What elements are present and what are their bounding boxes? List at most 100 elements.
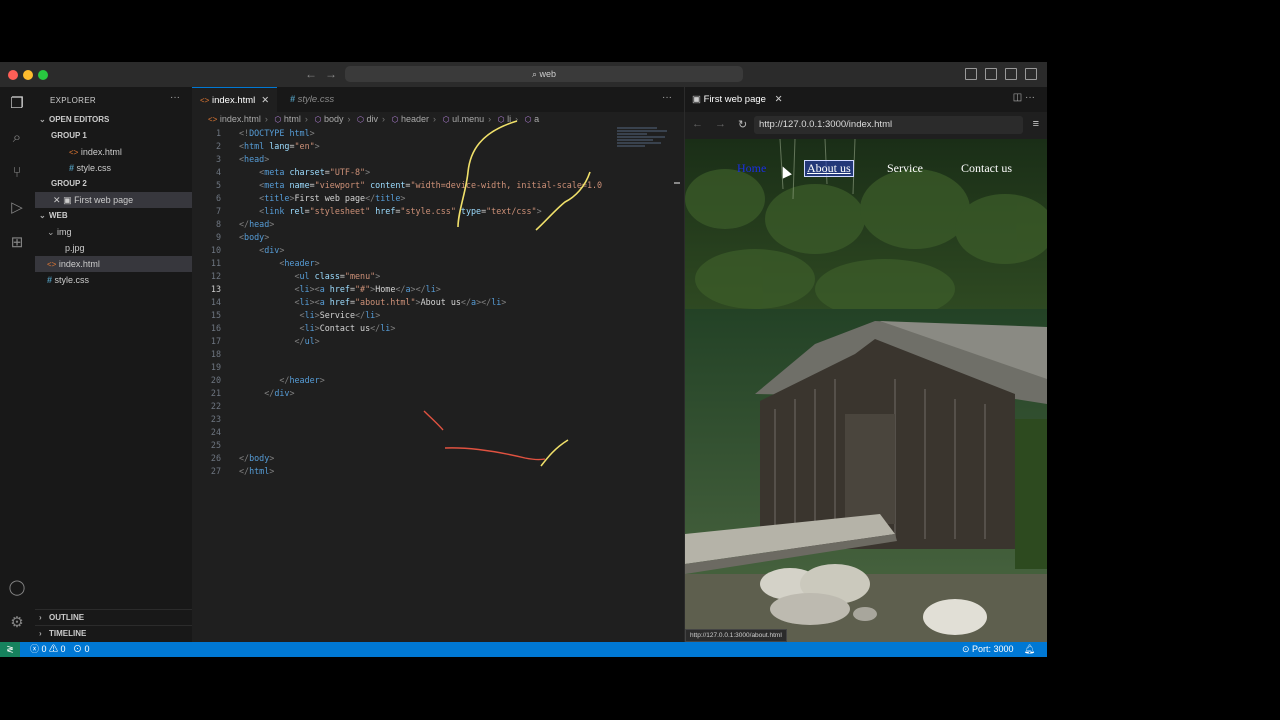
breadcrumb-item[interactable]: div xyxy=(366,114,378,124)
forward-arrow-icon[interactable]: → xyxy=(715,118,726,130)
forward-arrow-icon[interactable]: → xyxy=(325,67,337,81)
url-input[interactable]: http://127.0.0.1:3000/index.html xyxy=(754,116,1023,134)
file-label: index.html xyxy=(58,259,100,269)
code-line[interactable]: 23 xyxy=(192,413,617,426)
group-2-header[interactable]: GROUP 2 xyxy=(35,176,208,192)
file-item-selected[interactable]: <> index.html xyxy=(35,256,204,272)
tab-first-web-page[interactable]: ▣ First web page ✕ xyxy=(692,87,783,112)
code-line[interactable]: 24 xyxy=(192,426,617,439)
minimize-window-button[interactable] xyxy=(23,70,33,80)
customize-layout-icon[interactable] xyxy=(1025,68,1037,80)
maximize-window-button[interactable] xyxy=(38,70,48,80)
nav-link-about[interactable]: About us xyxy=(804,160,854,177)
code-line[interactable]: 2 <html lang="en"> xyxy=(192,140,617,153)
more-actions-icon[interactable]: ··· xyxy=(662,92,672,103)
code-line[interactable]: 27 </html> xyxy=(192,465,617,478)
file-item[interactable]: # style.css xyxy=(35,272,204,288)
code-line[interactable]: 10 <div> xyxy=(192,244,617,257)
more-actions-icon[interactable]: ··· xyxy=(170,92,180,103)
command-center-search[interactable]: ⌕ web xyxy=(345,66,743,82)
breadcrumb-item[interactable]: li xyxy=(507,114,511,124)
tab-index-html[interactable]: <> index.html ✕ xyxy=(192,87,278,113)
tab-style-css[interactable]: # style.css xyxy=(282,87,342,112)
accounts-icon[interactable]: ◯ xyxy=(8,579,26,597)
line-number: 6 xyxy=(215,193,221,203)
source-control-icon[interactable]: ⑂ xyxy=(8,164,26,182)
html-file-icon: <> xyxy=(200,96,210,105)
code-line[interactable]: 26 </body> xyxy=(192,452,617,465)
code-line[interactable]: 6 <title>First web page</title> xyxy=(192,192,617,205)
reload-icon[interactable]: ↻ xyxy=(738,118,747,131)
code-line[interactable]: 1 <!DOCTYPE html> xyxy=(192,127,617,140)
code-line[interactable]: 4 <meta charset="UTF-8"> xyxy=(192,166,617,179)
close-icon[interactable]: ✕ xyxy=(53,195,61,205)
open-editor-item-selected[interactable]: ✕ ▣ First web page xyxy=(35,192,210,208)
preview-tab-bar: ▣ First web page ✕ ◫ ··· xyxy=(685,87,1047,112)
code-line[interactable]: 9 <body> xyxy=(192,231,617,244)
code-line[interactable]: 12 <ul class="menu"> xyxy=(192,270,617,283)
extensions-icon[interactable]: ⊞ xyxy=(8,234,26,252)
css-file-icon: # xyxy=(290,94,296,104)
scrollbar-indicator[interactable] xyxy=(674,182,680,184)
line-number: 23 xyxy=(210,414,221,424)
split-editor-icon[interactable]: ◫ ··· xyxy=(1013,92,1035,103)
code-line[interactable]: 18 xyxy=(192,348,617,361)
close-icon[interactable]: ✕ xyxy=(261,95,269,106)
line-number: 19 xyxy=(210,362,221,372)
breadcrumb-item[interactable]: index.html xyxy=(220,114,261,124)
breadcrumb-item[interactable]: header xyxy=(401,114,429,124)
explorer-icon[interactable]: ❐ xyxy=(8,95,26,113)
ports-indicator[interactable]: ⊙ 0 xyxy=(73,644,90,654)
line-number: 10 xyxy=(210,245,221,255)
minimap[interactable] xyxy=(617,127,673,157)
toggle-secondary-sidebar-icon[interactable] xyxy=(1005,68,1017,80)
code-line[interactable]: 8 </head> xyxy=(192,218,617,231)
status-bar: ≷ ⓧ 0 ⚠ 0 ⊙ 0 ⊙ Port: 3000 🔔︎ xyxy=(0,642,1047,657)
workspace-section[interactable]: ⌄ WEB xyxy=(35,208,196,224)
breadcrumb-item[interactable]: ul.menu xyxy=(452,114,484,124)
back-arrow-icon[interactable]: ← xyxy=(692,118,703,130)
problems-indicator[interactable]: ⓧ 0 ⚠ 0 xyxy=(30,644,66,654)
line-number: 25 xyxy=(210,440,221,450)
code-line[interactable]: 3 <head> xyxy=(192,153,617,166)
live-server-port[interactable]: ⊙ Port: 3000 xyxy=(962,644,1014,654)
back-arrow-icon[interactable]: ← xyxy=(305,67,317,81)
breadcrumb: <> index.html › ⬡ html › ⬡ body › ⬡ div › ⬡ … xyxy=(208,114,540,124)
toggle-sidebar-icon[interactable] xyxy=(965,68,977,80)
code-line[interactable]: 25 xyxy=(192,439,617,452)
close-icon[interactable]: ✕ xyxy=(775,94,783,105)
remote-indicator-icon[interactable]: ≷ xyxy=(0,642,20,657)
code-line[interactable]: 13 <li><a href="#">Home</a></li> xyxy=(192,283,617,296)
group-1-header[interactable]: GROUP 1 xyxy=(35,128,208,144)
open-editor-label: First web page xyxy=(74,195,134,205)
code-line[interactable]: 15 <li>Service</li> xyxy=(192,309,617,322)
code-line[interactable]: 16 <li>Contact us</li> xyxy=(192,322,617,335)
breadcrumb-item[interactable]: a xyxy=(534,114,539,124)
timeline-section[interactable]: › TIMELINE xyxy=(35,625,196,642)
code-line[interactable]: 11 <header> xyxy=(192,257,617,270)
manage-gear-icon[interactable]: ⚙ xyxy=(8,614,26,632)
open-editors-section[interactable]: ⌄ OPEN EDITORS xyxy=(35,112,196,128)
toggle-panel-icon[interactable] xyxy=(985,68,997,80)
code-line[interactable]: 21 </div> xyxy=(192,387,617,400)
code-line[interactable]: 5 <meta name="viewport" content="width=d… xyxy=(192,179,617,192)
code-line[interactable]: 14 <li><a href="about.html">About us</a>… xyxy=(192,296,617,309)
outline-section[interactable]: › OUTLINE xyxy=(35,609,196,626)
run-debug-icon[interactable]: ▷ xyxy=(8,199,26,217)
search-icon[interactable]: ⌕ xyxy=(8,129,26,147)
close-window-button[interactable] xyxy=(8,70,18,80)
folder-item[interactable]: ⌄ img xyxy=(35,224,204,240)
code-lines[interactable]: 1 <!DOCTYPE html> 2 <html lang="en"> 3 <head>… xyxy=(192,127,617,478)
code-text: <li><a href="about.html">About us</a></l… xyxy=(294,297,507,307)
breadcrumb-item[interactable]: html xyxy=(284,114,301,124)
code-line[interactable]: 19 xyxy=(192,361,617,374)
code-line[interactable]: 7 <link rel="stylesheet" href="style.css… xyxy=(192,205,617,218)
code-line[interactable]: 22 xyxy=(192,400,617,413)
line-number: 14 xyxy=(210,297,221,307)
code-line[interactable]: 17 </ul> xyxy=(192,335,617,348)
breadcrumb-item[interactable]: body xyxy=(324,114,344,124)
notifications-bell-icon[interactable]: 🔔︎ xyxy=(1024,644,1035,654)
code-line[interactable]: 20 </header> xyxy=(192,374,617,387)
nav-link-home[interactable]: Home xyxy=(737,161,766,176)
menu-icon[interactable]: ≡ xyxy=(1033,118,1039,130)
